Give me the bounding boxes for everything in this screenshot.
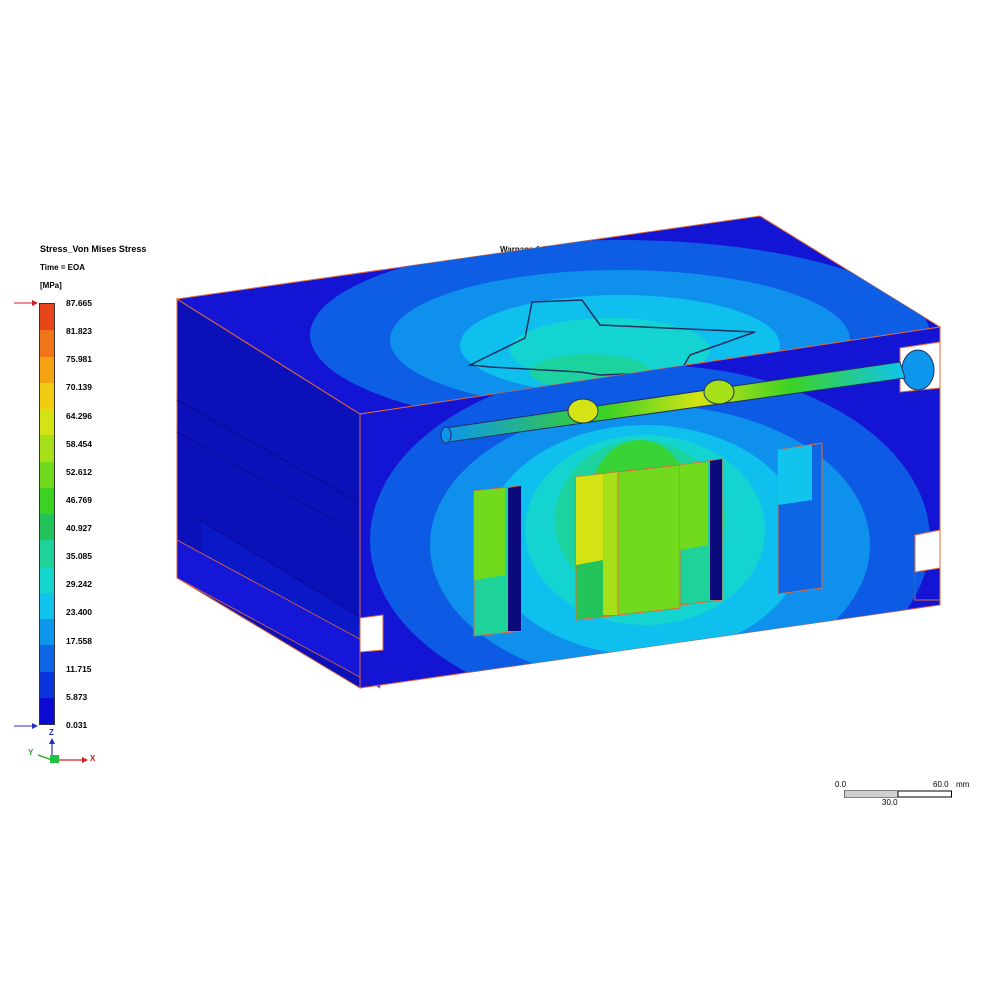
stress-model-view[interactable] — [0, 0, 1000, 1000]
scale-right-label: 60.0 — [933, 780, 949, 789]
cavity-2 — [575, 471, 619, 621]
cavity-3 — [679, 458, 723, 606]
axis-y-label: Y — [28, 748, 34, 757]
scale-bar: 0.0 60.0 mm 30.0 — [835, 780, 980, 810]
axis-triad: Z Y X — [22, 728, 102, 774]
scale-mid-label: 30.0 — [882, 798, 898, 807]
scale-left-label: 0.0 — [835, 780, 847, 789]
axis-x-label: X — [90, 754, 96, 763]
gate-left — [567, 398, 599, 424]
axis-z-label: Z — [49, 728, 54, 737]
cavity-4 — [777, 442, 823, 595]
scale-ruler — [844, 790, 952, 798]
gate-right — [703, 379, 735, 405]
center-pillar — [617, 464, 681, 616]
cavity-1 — [473, 485, 522, 637]
scale-unit-label: mm — [956, 780, 970, 789]
